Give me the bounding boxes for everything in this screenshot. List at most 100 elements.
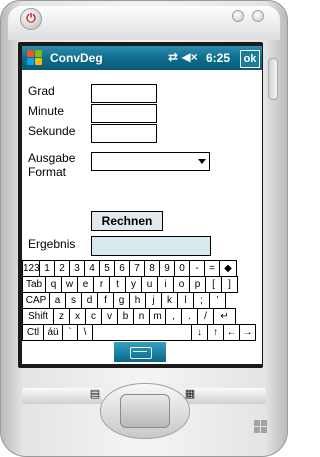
ausgabe-label: Ausgabe bbox=[28, 151, 76, 165]
grad-label: Grad bbox=[28, 84, 55, 98]
led-indicator-right bbox=[252, 10, 264, 22]
chevron-down-icon[interactable] bbox=[198, 159, 206, 164]
soft-keyboard: 123 1 2 3 4 5 6 7 8 9 0 - = ◆ Tab q w e … bbox=[22, 260, 262, 341]
left-softkey-icon[interactable]: ▤ bbox=[89, 388, 101, 400]
key-z[interactable]: z bbox=[54, 308, 70, 325]
key-slash[interactable]: / bbox=[198, 308, 214, 325]
key-2[interactable]: 2 bbox=[55, 260, 70, 277]
format-dropdown[interactable] bbox=[91, 152, 210, 171]
key-g[interactable]: g bbox=[114, 292, 130, 309]
key-period[interactable]: . bbox=[182, 308, 198, 325]
sekunde-label: Sekunde bbox=[28, 124, 76, 138]
sekunde-input[interactable] bbox=[91, 124, 157, 143]
keyboard-toggle-icon[interactable] bbox=[114, 342, 166, 362]
rechnen-button[interactable]: Rechnen bbox=[91, 211, 163, 231]
windows-logo-icon bbox=[254, 420, 268, 434]
key-s[interactable]: s bbox=[66, 292, 82, 309]
screen: ConvDeg ⇄ ◀× 6:25 ok Grad Minute Sekunde… bbox=[22, 46, 262, 364]
key-h[interactable]: h bbox=[130, 292, 146, 309]
key-5[interactable]: 5 bbox=[100, 260, 115, 277]
keyboard-row-2: Tab q w e r t y u i o p [ ] bbox=[22, 276, 262, 293]
key-o[interactable]: o bbox=[174, 276, 190, 293]
key-y[interactable]: y bbox=[126, 276, 142, 293]
right-softkey[interactable] bbox=[186, 388, 266, 404]
keyboard-row-5: Ctl áü ` \ ↓ ↑ ← → bbox=[22, 324, 262, 341]
key-u[interactable]: u bbox=[142, 276, 158, 293]
key-d[interactable]: d bbox=[82, 292, 98, 309]
key-accents[interactable]: áü bbox=[44, 324, 63, 341]
power-icon: ⏻ bbox=[26, 11, 36, 25]
ok-button[interactable]: ok bbox=[240, 50, 260, 68]
minute-input[interactable] bbox=[91, 104, 157, 123]
key-a[interactable]: a bbox=[50, 292, 66, 309]
right-softkey-icon[interactable]: ▦ bbox=[184, 388, 196, 400]
key-backslash[interactable]: \ bbox=[78, 324, 93, 341]
clock[interactable]: 6:25 bbox=[206, 51, 230, 65]
start-menu-icon[interactable] bbox=[26, 49, 44, 67]
grad-input[interactable] bbox=[91, 84, 157, 103]
key-m[interactable]: m bbox=[150, 308, 166, 325]
key-bracket-right[interactable]: ] bbox=[222, 276, 238, 293]
led-indicator-left bbox=[232, 10, 244, 22]
key-arrow-up[interactable]: ↑ bbox=[208, 324, 224, 341]
key-shift[interactable]: Shift bbox=[22, 308, 54, 325]
key-backtick[interactable]: ` bbox=[63, 324, 78, 341]
dpad-button[interactable] bbox=[120, 394, 170, 428]
key-arrow-left[interactable]: ← bbox=[224, 324, 240, 341]
key-i[interactable]: i bbox=[158, 276, 174, 293]
keyboard-icon-keys bbox=[133, 351, 147, 352]
minute-label: Minute bbox=[28, 104, 65, 118]
key-tab[interactable]: Tab bbox=[22, 276, 46, 293]
key-comma[interactable]: , bbox=[166, 308, 182, 325]
key-123[interactable]: 123 bbox=[22, 260, 40, 277]
keyboard-row-4: Shift z x c v b n m , . / ↵ bbox=[22, 308, 262, 325]
key-space[interactable] bbox=[93, 324, 192, 341]
key-w[interactable]: w bbox=[62, 276, 78, 293]
connectivity-volume-icon[interactable]: ⇄ ◀× bbox=[168, 50, 198, 64]
ergebnis-label: Ergebnis bbox=[28, 237, 76, 251]
device-bottom-controls: ▤ ▦ bbox=[0, 368, 288, 457]
key-f[interactable]: f bbox=[98, 292, 114, 309]
key-l[interactable]: l bbox=[178, 292, 194, 309]
title-bar: ConvDeg ⇄ ◀× 6:25 ok bbox=[22, 46, 262, 70]
key-r[interactable]: r bbox=[94, 276, 110, 293]
key-v[interactable]: v bbox=[102, 308, 118, 325]
key-minus[interactable]: - bbox=[190, 260, 205, 277]
key-8[interactable]: 8 bbox=[145, 260, 160, 277]
key-equals[interactable]: = bbox=[205, 260, 220, 277]
key-6[interactable]: 6 bbox=[115, 260, 130, 277]
key-j[interactable]: j bbox=[146, 292, 162, 309]
key-9[interactable]: 9 bbox=[160, 260, 175, 277]
keyboard-row-3: CAP a s d f g h j k l ; ' bbox=[22, 292, 262, 309]
key-q[interactable]: q bbox=[46, 276, 62, 293]
key-7[interactable]: 7 bbox=[130, 260, 145, 277]
key-3[interactable]: 3 bbox=[70, 260, 85, 277]
key-p[interactable]: p bbox=[190, 276, 206, 293]
key-4[interactable]: 4 bbox=[85, 260, 100, 277]
keyboard-icon-outline bbox=[130, 347, 152, 359]
key-ctl[interactable]: Ctl bbox=[22, 324, 44, 341]
key-e[interactable]: e bbox=[78, 276, 94, 293]
enter-key[interactable]: ↵ bbox=[214, 308, 236, 325]
key-arrow-right[interactable]: → bbox=[240, 324, 256, 341]
key-bracket-left[interactable]: [ bbox=[206, 276, 222, 293]
key-b[interactable]: b bbox=[118, 308, 134, 325]
format-label: Format bbox=[28, 165, 67, 179]
keyboard-row-1: 123 1 2 3 4 5 6 7 8 9 0 - = ◆ bbox=[22, 260, 262, 277]
key-1[interactable]: 1 bbox=[40, 260, 55, 277]
power-button[interactable]: ⏻ bbox=[20, 8, 42, 30]
key-0[interactable]: 0 bbox=[175, 260, 190, 277]
key-x[interactable]: x bbox=[70, 308, 86, 325]
key-k[interactable]: k bbox=[162, 292, 178, 309]
key-caps[interactable]: CAP bbox=[22, 292, 50, 309]
key-quote[interactable]: ' bbox=[210, 292, 226, 309]
key-n[interactable]: n bbox=[134, 308, 150, 325]
result-field bbox=[91, 236, 211, 256]
key-arrow-down[interactable]: ↓ bbox=[192, 324, 208, 341]
key-c[interactable]: c bbox=[86, 308, 102, 325]
app-title: ConvDeg bbox=[50, 51, 103, 65]
backspace-key[interactable]: ◆ bbox=[220, 260, 237, 277]
key-t[interactable]: t bbox=[110, 276, 126, 293]
key-semicolon[interactable]: ; bbox=[194, 292, 210, 309]
side-scroll-wheel[interactable] bbox=[268, 58, 278, 100]
